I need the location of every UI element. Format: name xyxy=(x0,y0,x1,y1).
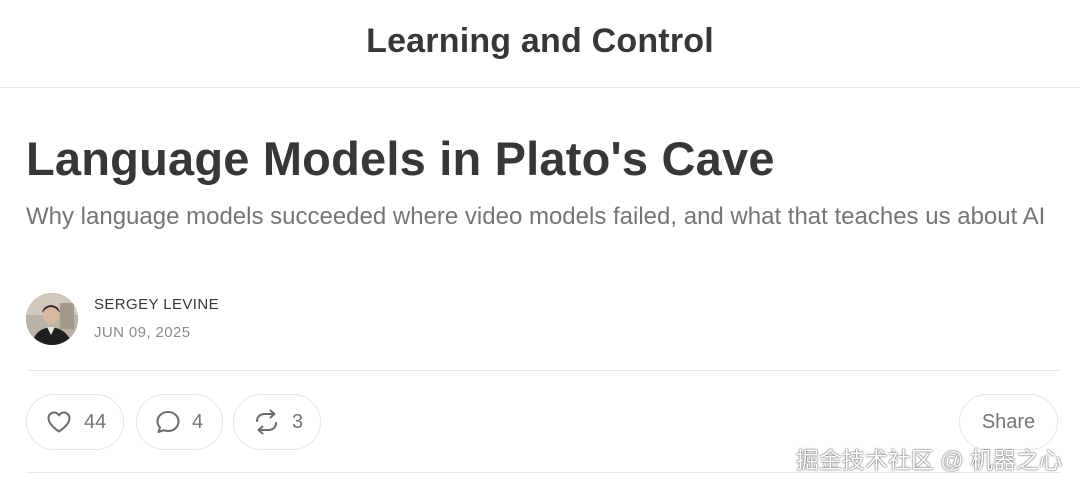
post-subtitle: Why language models succeeded where vide… xyxy=(26,203,1046,230)
post-title: Language Models in Plato's Cave xyxy=(26,132,775,185)
author-name[interactable]: SERGEY LEVINE xyxy=(94,296,219,313)
comment-count: 4 xyxy=(192,410,204,433)
post-date: JUN 09, 2025 xyxy=(94,324,191,341)
author-avatar[interactable] xyxy=(26,293,78,345)
like-count: 44 xyxy=(84,410,107,433)
restack-button[interactable]: 3 xyxy=(233,394,321,450)
publication-name[interactable]: Learning and Control xyxy=(366,22,714,61)
share-label: Share xyxy=(981,410,1036,433)
like-button[interactable]: 44 xyxy=(26,394,124,450)
heart-icon xyxy=(46,410,72,434)
publication-header: Learning and Control xyxy=(0,0,1080,88)
restack-count: 3 xyxy=(292,410,304,433)
comment-button[interactable]: 4 xyxy=(136,394,223,450)
comment-icon xyxy=(155,409,181,435)
watermark: 掘金技术社区 @ 机器之心 xyxy=(795,447,1062,473)
divider-top xyxy=(26,370,1060,371)
restack-icon xyxy=(253,409,280,435)
